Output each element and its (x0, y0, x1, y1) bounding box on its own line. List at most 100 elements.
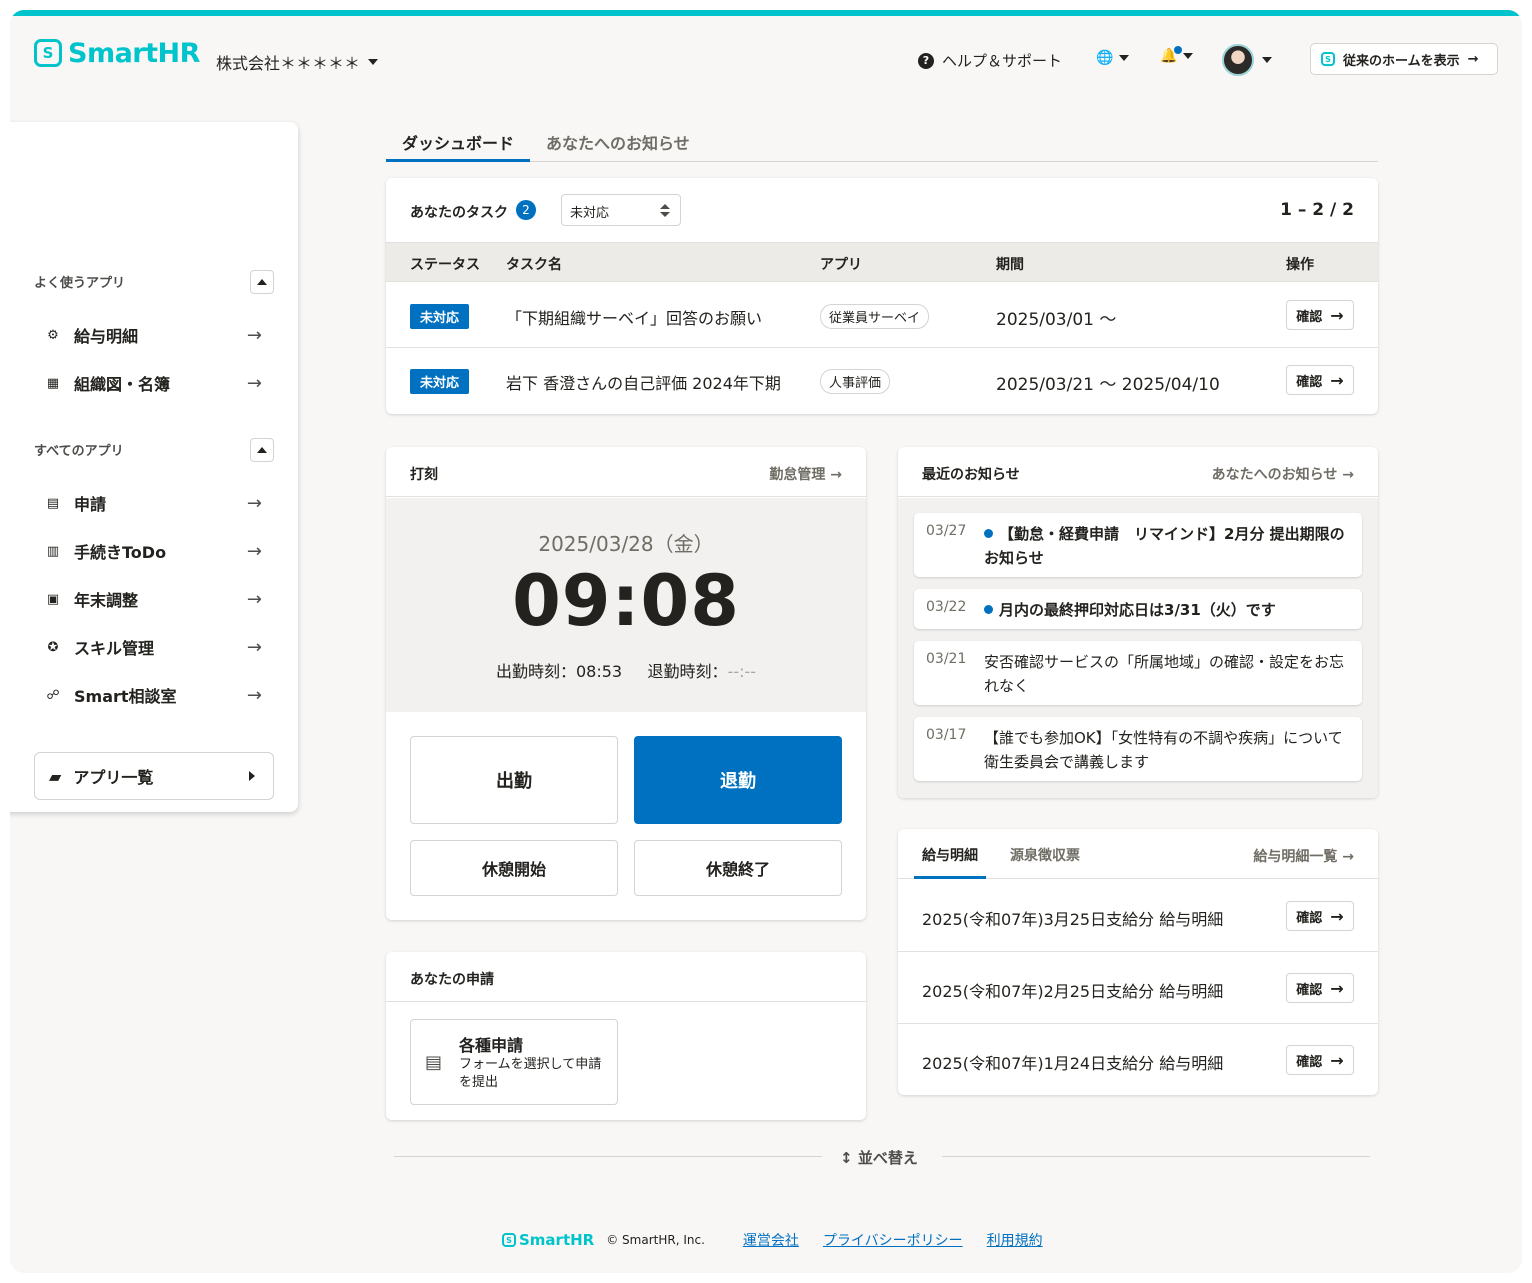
footer-logo: S SmartHR (502, 1231, 594, 1249)
tab-dashboard[interactable]: ダッシュボード (402, 130, 514, 154)
payslip-card: 給与明細 源泉徴収票 給与明細一覧 → 2025(令和07年)3月25日支給分 … (898, 829, 1378, 1095)
payslip-label: 2025(令和07年)1月24日支給分 給与明細 (922, 1054, 1224, 1073)
sidebar-item-org-chart[interactable]: ▦ 組織図・名簿 → (44, 363, 272, 403)
sidebar-item-year-end[interactable]: ▣ 年末調整 → (44, 579, 272, 619)
news-title: 最近のお知らせ (922, 467, 1020, 483)
clock-in-button[interactable]: 出勤 (410, 736, 618, 824)
arrow-right-icon: → (1330, 305, 1344, 325)
break-end-button[interactable]: 休憩終了 (634, 840, 842, 896)
attendance-link[interactable]: 勤怠管理 → (769, 464, 842, 484)
confirm-button[interactable]: 確認 → (1286, 973, 1354, 1003)
arrow-right-icon: → (246, 492, 262, 514)
arrow-right-icon: → (1467, 51, 1479, 67)
confirm-label: 確認 (1296, 374, 1323, 390)
arrow-right-icon: → (830, 467, 842, 483)
arrow-right-icon: → (246, 324, 262, 346)
payslip-row: 2025(令和07年)1月24日支給分 給与明細 確認 → (898, 1024, 1378, 1096)
sidebar-item-payslip[interactable]: ⚙ 給与明細 → (44, 315, 272, 355)
app-list-button[interactable]: ▰ アプリ一覧 (34, 752, 274, 800)
col-status: ステータス (410, 257, 480, 273)
logo-mark-icon: S (34, 39, 62, 67)
news-date: 03/21 (926, 651, 967, 667)
active-tab-indicator (914, 876, 986, 879)
various-requests-button[interactable]: ▤ 各種申請 フォームを選択して申請を提出 (410, 1019, 618, 1105)
smarthr-logo[interactable]: S SmartHR (34, 36, 200, 70)
confirm-button[interactable]: 確認 → (1286, 1045, 1354, 1075)
confirm-label: 確認 (1296, 910, 1323, 926)
col-period: 期間 (996, 257, 1024, 273)
app-window: S SmartHR 株式会社＊＊＊＊＊ ? ヘルプ＆サポート 🌐 🔔 S 従来の… (10, 10, 1522, 1273)
consult-icon: ☍ (46, 687, 60, 703)
punch-card: 打刻 勤怠管理 → 2025/03/28（金） 09:08 出勤時刻：08:53… (386, 447, 866, 920)
org-chart-icon: ▦ (46, 375, 60, 391)
task-period: 2025/03/21 〜 2025/04/10 (996, 375, 1220, 395)
confirm-button[interactable]: 確認 → (1286, 365, 1354, 395)
sidebar-item-todo[interactable]: ▥ 手続きToDo → (44, 531, 272, 571)
task-name: 「下期組織サーベイ」回答のお願い (506, 309, 763, 328)
news-text: 月内の最終押印対応日は3/31（火）です (984, 598, 1350, 622)
confirm-button[interactable]: 確認 → (1286, 300, 1354, 330)
language-menu[interactable]: 🌐 (1096, 50, 1130, 66)
sidebar-item-label: 手続きToDo (74, 543, 167, 562)
payslip-icon: ⚙ (47, 327, 59, 343)
badge-icon: ✪ (47, 639, 59, 655)
tab-notices[interactable]: あなたへのお知らせ (546, 130, 690, 154)
all-apps-heading: すべてのアプリ (34, 444, 124, 459)
notices-link[interactable]: あなたへのお知らせ → (1212, 464, 1354, 484)
company-switcher[interactable]: 株式会社＊＊＊＊＊ (216, 50, 379, 74)
sidebar-item-label: Smart相談室 (74, 687, 177, 706)
notifications-menu[interactable]: 🔔 (1160, 46, 1194, 64)
main-tabs: ダッシュボード あなたへのお知らせ (386, 122, 1378, 162)
news-item[interactable]: 03/27 【勤怠・経費申請 リマインド】2月分 提出期限のお知らせ (914, 513, 1362, 577)
task-status-select[interactable]: 未対応 (561, 194, 681, 226)
payslip-row: 2025(令和07年)2月25日支給分 給与明細 確認 → (898, 952, 1378, 1024)
calendar-icon: ▣ (46, 591, 60, 607)
smarthr-mark-icon: S (502, 1233, 516, 1247)
news-list: 03/27 【勤怠・経費申請 リマインド】2月分 提出期限のお知らせ 03/22… (898, 498, 1378, 798)
tasks-card: あなたのタスク 2 未対応 1 – 2 / 2 ステータス タスク名 アプリ 期… (386, 178, 1378, 414)
sidebar-item-skills[interactable]: ✪ スキル管理 → (44, 627, 272, 667)
frequent-apps-toggle[interactable] (250, 270, 274, 294)
news-header: 最近のお知らせ あなたへのお知らせ → (898, 447, 1378, 497)
copyright: © SmartHR, Inc. (606, 1233, 705, 1247)
footer-link-privacy[interactable]: プライバシーポリシー (823, 1230, 963, 1250)
break-start-button[interactable]: 休憩開始 (410, 840, 618, 896)
arrow-right-icon: → (1342, 467, 1354, 483)
sort-button[interactable]: ↕ 並べ替え (840, 1147, 918, 1168)
footer-link-company[interactable]: 運営会社 (743, 1230, 799, 1250)
task-status-value: 未対応 (570, 206, 610, 221)
footer-link-terms[interactable]: 利用規約 (987, 1230, 1043, 1250)
news-date: 03/22 (926, 599, 967, 615)
globe-icon: 🌐 (1096, 50, 1114, 66)
caret-up-icon (257, 279, 267, 285)
help-support-link[interactable]: ? ヘルプ＆サポート (918, 50, 1062, 71)
news-text-content: 【勤怠・経費申請 リマインド】2月分 提出期限のお知らせ (984, 525, 1345, 567)
news-date: 03/27 (926, 523, 967, 539)
avatar (1222, 44, 1254, 76)
user-menu[interactable] (1222, 44, 1272, 76)
sidebar-item-requests[interactable]: ▤ 申請 → (44, 483, 272, 523)
clock-times: 出勤時刻：08:53 退勤時刻：--:-- (386, 658, 866, 682)
news-item[interactable]: 03/17 【誰でも参加OK】「女性特有の不調や疾病」について衛生委員会で講義し… (914, 717, 1362, 781)
sort-icon: ↕ (840, 1149, 853, 1167)
form-icon: ▤ (425, 1052, 443, 1073)
payslip-list-link[interactable]: 給与明細一覧 → (1253, 846, 1354, 866)
request-button-desc: フォームを選択して申請を提出 (459, 1057, 602, 1090)
old-home-button[interactable]: S 従来のホームを表示 → (1310, 43, 1498, 75)
arrow-right-icon: → (246, 636, 262, 658)
news-item[interactable]: 03/22 月内の最終押印対応日は3/31（火）です (914, 589, 1362, 629)
news-item[interactable]: 03/21 安否確認サービスの「所属地域」の確認・設定をお忘れなく (914, 641, 1362, 705)
sort-bar: ↕ 並べ替え (394, 1146, 1370, 1168)
confirm-label: 確認 (1296, 309, 1323, 325)
all-apps-toggle[interactable] (250, 438, 274, 462)
current-date: 2025/03/28（金） (538, 532, 714, 556)
clock-out-button[interactable]: 退勤 (634, 736, 842, 824)
confirm-button[interactable]: 確認 → (1286, 901, 1354, 931)
tab-payslip[interactable]: 給与明細 (922, 845, 978, 865)
logo-text: SmartHR (68, 37, 200, 69)
confirm-label: 確認 (1296, 1054, 1323, 1070)
tab-withholding[interactable]: 源泉徴収票 (1010, 845, 1080, 865)
payslip-list-label: 給与明細一覧 (1253, 849, 1338, 865)
sidebar-item-label: スキル管理 (74, 639, 155, 658)
sidebar-item-consult[interactable]: ☍ Smart相談室 → (44, 675, 272, 715)
